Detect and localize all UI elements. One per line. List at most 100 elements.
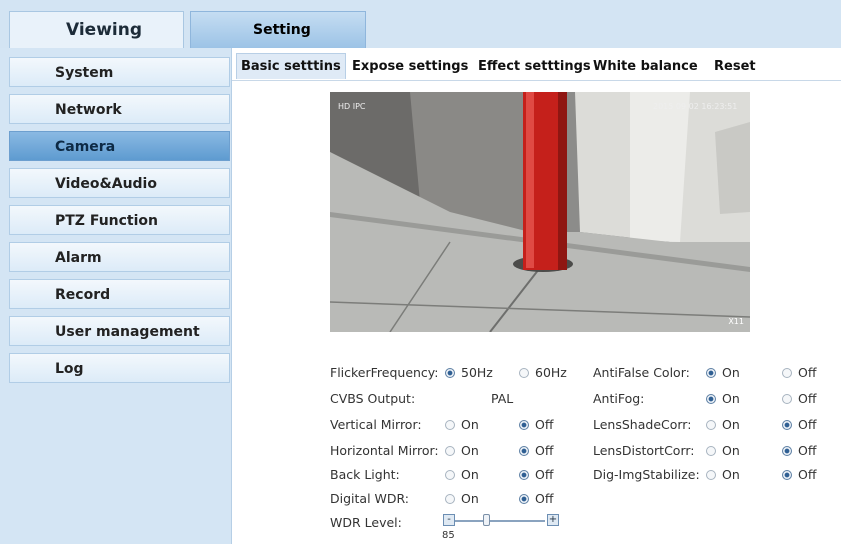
back-light-off[interactable]: Off	[519, 467, 553, 482]
vertical-mirror-on[interactable]: On	[445, 417, 479, 432]
wdr-level-slider-thumb[interactable]	[483, 514, 490, 526]
subtab-reset[interactable]: Reset	[714, 54, 756, 80]
horizontal-mirror-off[interactable]: Off	[519, 443, 553, 458]
radio-button[interactable]	[782, 367, 792, 378]
radio-button[interactable]	[445, 367, 455, 378]
lens-distort-corr-off[interactable]: Off	[782, 443, 816, 458]
sidebar-item-record[interactable]: Record	[9, 279, 230, 309]
option-label: On	[461, 443, 479, 458]
wdr-level-value: 85	[442, 530, 455, 541]
dig-img-stabilize-on[interactable]: On	[706, 467, 740, 482]
option-label: Off	[535, 491, 554, 506]
vertical-mirror-label: Vertical Mirror:	[330, 417, 422, 432]
radio-button[interactable]	[706, 419, 716, 430]
radio-button[interactable]	[782, 445, 792, 456]
wdr-level-increase-button[interactable]: +	[547, 514, 559, 526]
option-label: Off	[798, 365, 817, 380]
option-label: On	[461, 467, 479, 482]
option-label: Off	[535, 417, 554, 432]
flicker-frequency-label: FlickerFrequency:	[330, 365, 439, 380]
radio-button[interactable]	[445, 419, 455, 430]
subtab-expose-settings[interactable]: Expose settings	[352, 54, 468, 80]
sidebar-item-user-management[interactable]: User management	[9, 316, 230, 346]
radio-button[interactable]	[706, 445, 716, 456]
dig-img-stabilize-off[interactable]: Off	[782, 467, 816, 482]
top-nav-bar: Viewing Setting	[0, 0, 841, 48]
radio-button[interactable]	[706, 469, 716, 480]
radio-button[interactable]	[782, 393, 792, 404]
option-label: Off	[798, 417, 817, 432]
radio-button[interactable]	[706, 367, 716, 378]
antifalse-color-off[interactable]: Off	[782, 365, 816, 380]
radio-button[interactable]	[445, 469, 455, 480]
tab-viewing[interactable]: Viewing	[9, 11, 184, 48]
osd-camera-name: HD IPC	[338, 102, 366, 111]
subtab-basic-settings[interactable]: Basic setttins	[236, 53, 346, 79]
sidebar: System Network Camera Video&Audio PTZ Fu…	[0, 48, 232, 544]
digital-wdr-off[interactable]: Off	[519, 491, 553, 506]
sidebar-item-ptz-function[interactable]: PTZ Function	[9, 205, 230, 235]
radio-button[interactable]	[445, 493, 455, 504]
option-label: On	[461, 417, 479, 432]
sidebar-item-system[interactable]: System	[9, 57, 230, 87]
radio-button[interactable]	[519, 367, 529, 378]
sidebar-item-camera[interactable]: Camera	[9, 131, 230, 161]
option-label: Off	[535, 467, 554, 482]
cvbs-output-value[interactable]: PAL	[491, 391, 513, 406]
osd-datetime: 2015 09 02 16:23:51	[653, 102, 738, 111]
option-label: On	[722, 467, 740, 482]
lens-distort-corr-label: LensDistortCorr:	[593, 443, 695, 458]
sidebar-item-video-audio[interactable]: Video&Audio	[9, 168, 230, 198]
antifog-off[interactable]: Off	[782, 391, 816, 406]
digital-wdr-on[interactable]: On	[445, 491, 479, 506]
lens-distort-corr-on[interactable]: On	[706, 443, 740, 458]
dig-img-stabilize-label: Dig-ImgStabilize:	[593, 467, 700, 482]
tab-setting[interactable]: Setting	[190, 11, 366, 48]
wdr-level-label: WDR Level:	[330, 515, 402, 530]
option-label: Off	[798, 443, 817, 458]
radio-button[interactable]	[782, 419, 792, 430]
antifalse-color-label: AntiFalse Color:	[593, 365, 690, 380]
lens-shade-corr-label: LensShadeCorr:	[593, 417, 692, 432]
radio-button[interactable]	[519, 445, 529, 456]
video-preview: HD IPC 2015 09 02 16:23:51 X11	[330, 92, 750, 332]
option-label: On	[722, 365, 740, 380]
option-label: 50Hz	[461, 365, 493, 380]
horizontal-mirror-on[interactable]: On	[445, 443, 479, 458]
radio-button[interactable]	[519, 419, 529, 430]
antifog-on[interactable]: On	[706, 391, 740, 406]
subtab-effect-settings[interactable]: Effect setttings	[478, 54, 591, 80]
radio-button[interactable]	[445, 445, 455, 456]
antifalse-color-on[interactable]: On	[706, 365, 740, 380]
flicker-50hz-option[interactable]: 50Hz	[445, 365, 493, 380]
wdr-level-decrease-button[interactable]: -	[443, 514, 455, 526]
option-label: Off	[535, 443, 554, 458]
option-label: Off	[798, 391, 817, 406]
radio-button[interactable]	[519, 493, 529, 504]
subtab-white-balance[interactable]: White balance	[593, 54, 698, 80]
antifog-label: AntiFog:	[593, 391, 645, 406]
option-label: On	[722, 443, 740, 458]
osd-zoom-level: X11	[728, 317, 744, 326]
back-light-label: Back Light:	[330, 467, 400, 482]
lens-shade-corr-off[interactable]: Off	[782, 417, 816, 432]
sidebar-item-network[interactable]: Network	[9, 94, 230, 124]
sidebar-item-log[interactable]: Log	[9, 353, 230, 383]
digital-wdr-label: Digital WDR:	[330, 491, 410, 506]
lens-shade-corr-on[interactable]: On	[706, 417, 740, 432]
wdr-level-slider-track[interactable]	[453, 520, 545, 522]
radio-button[interactable]	[519, 469, 529, 480]
cvbs-output-label: CVBS Output:	[330, 391, 416, 406]
vertical-mirror-off[interactable]: Off	[519, 417, 553, 432]
flicker-60hz-option[interactable]: 60Hz	[519, 365, 567, 380]
option-label: 60Hz	[535, 365, 567, 380]
sidebar-item-alarm[interactable]: Alarm	[9, 242, 230, 272]
sub-tab-bar: Basic setttins Expose settings Effect se…	[232, 53, 841, 81]
back-light-on[interactable]: On	[445, 467, 479, 482]
radio-button[interactable]	[706, 393, 716, 404]
radio-button[interactable]	[782, 469, 792, 480]
option-label: Off	[798, 467, 817, 482]
horizontal-mirror-label: Horizontal Mirror:	[330, 443, 439, 458]
option-label: On	[722, 391, 740, 406]
option-label: On	[722, 417, 740, 432]
